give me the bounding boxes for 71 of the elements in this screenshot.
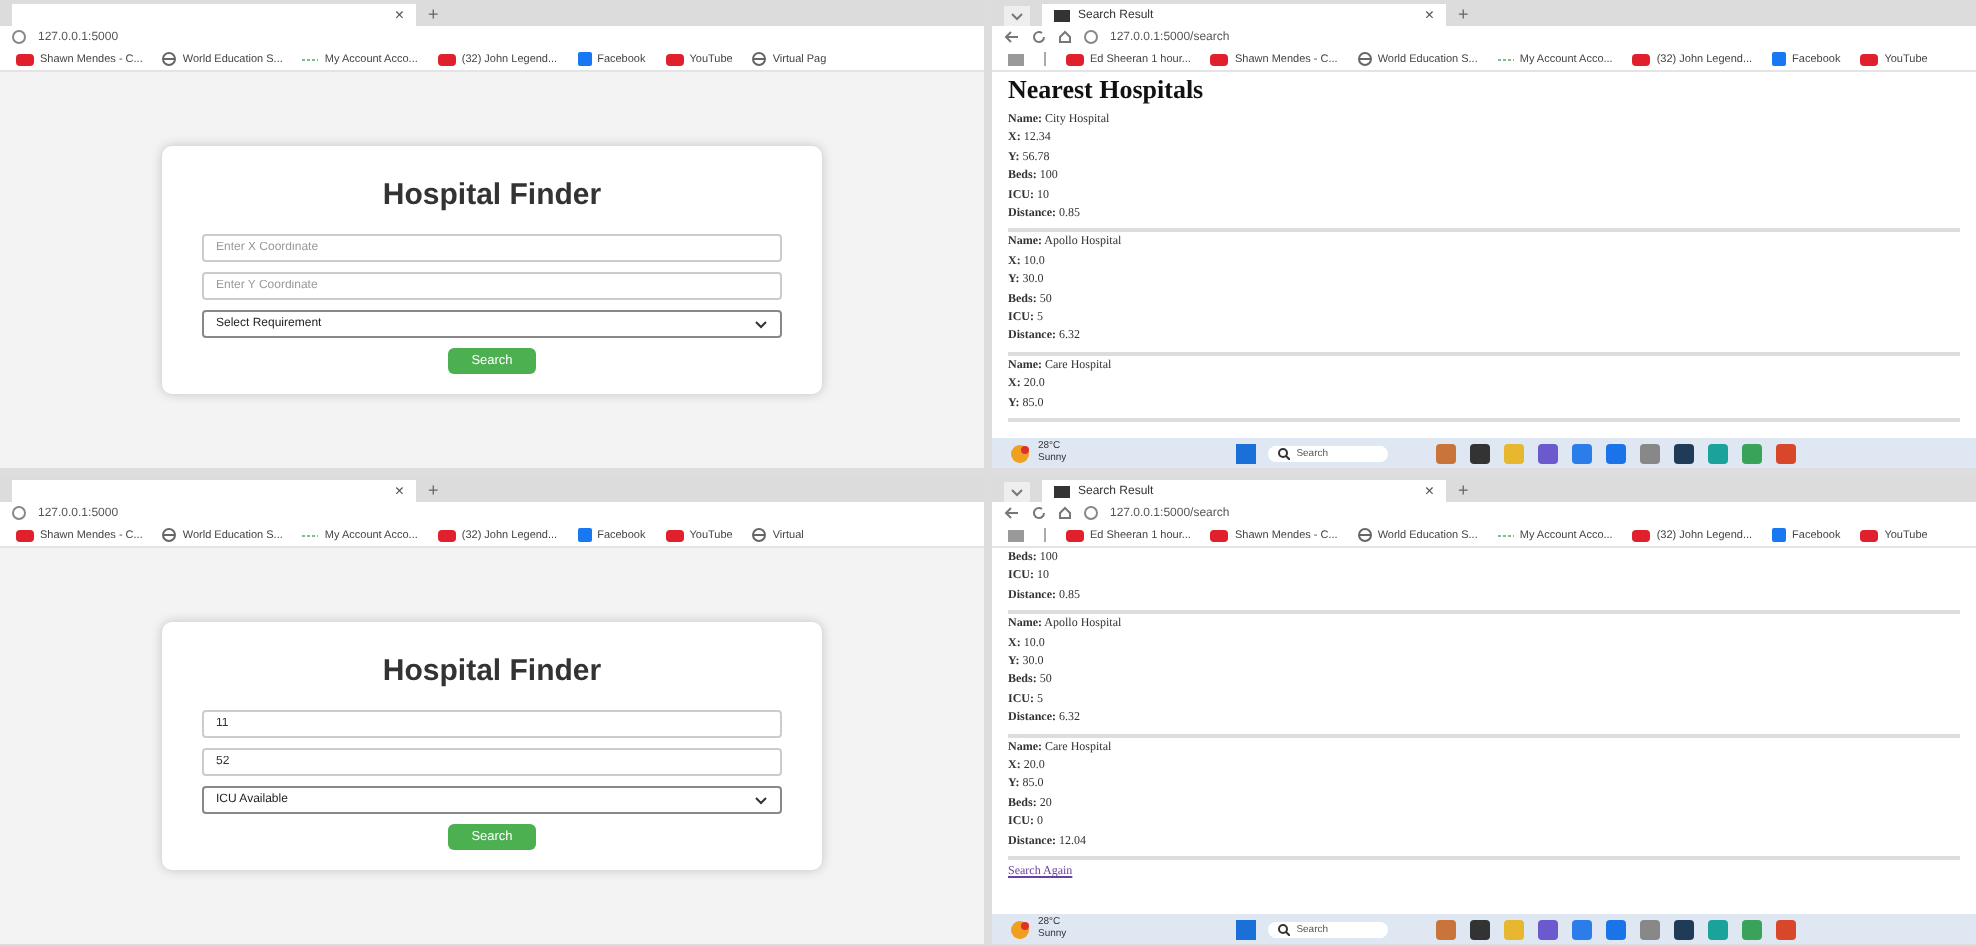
tab-close-button[interactable]: × [394,482,404,500]
back-icon[interactable] [1004,30,1020,44]
new-tab-button[interactable]: + [1458,4,1469,26]
info-icon[interactable] [12,30,26,44]
video-favicon-icon [1066,53,1084,65]
start-icon[interactable] [1236,443,1257,463]
taskbar-app-icon[interactable] [1470,443,1491,463]
video-favicon-icon [437,529,456,541]
video-favicon-icon [1860,529,1879,541]
info-icon[interactable] [1084,30,1098,44]
tab-close-button[interactable]: × [394,6,404,24]
video-favicon-icon [437,53,456,65]
square-favicon-icon [577,52,592,66]
tab-close-button[interactable]: × [1424,6,1434,24]
start-icon[interactable] [1236,919,1257,939]
globe-icon [162,52,177,66]
info-icon[interactable] [12,506,26,520]
taskbar-app-icon[interactable] [1674,919,1695,939]
dashes-icon [302,55,319,63]
tab-list-button[interactable] [1004,6,1030,26]
search-icon [1278,447,1291,459]
info-icon[interactable] [1084,506,1098,520]
reload-icon[interactable] [1032,506,1046,520]
video-favicon-icon [1210,529,1229,541]
apps-grid-icon[interactable] [1008,529,1024,541]
page-heading: Nearest Hospitals [1008,74,1206,106]
square-favicon-icon [1772,528,1787,542]
weather-sun-icon[interactable] [1008,443,1032,463]
browser-tab[interactable]: × [12,4,416,26]
page-icon [1054,9,1070,21]
dashes-icon [1497,531,1514,539]
video-favicon-icon [665,53,684,65]
video-favicon-icon [1860,53,1879,65]
weather-sun-icon[interactable] [1008,919,1032,939]
video-favicon-icon [1632,529,1651,541]
apps-grid-icon[interactable] [1008,53,1024,65]
globe-icon [752,528,767,542]
video-favicon-icon [16,53,34,65]
taskbar-app-icon[interactable] [1674,443,1695,463]
taskbar-app-icon[interactable] [1470,919,1491,939]
new-tab-button[interactable]: + [1458,480,1469,502]
video-favicon-icon [16,529,34,541]
chevron-down-icon [754,795,768,805]
dashes-icon [1497,55,1514,63]
browser-tab[interactable]: × [12,480,416,502]
chevron-down-icon [1010,11,1024,21]
video-favicon-icon [1066,529,1084,541]
globe-icon [1357,52,1372,66]
new-tab-button[interactable]: + [428,480,439,502]
globe-icon [752,52,767,66]
home-icon[interactable] [1058,30,1072,44]
home-icon[interactable] [1058,506,1072,520]
video-favicon-icon [1210,53,1229,65]
square-favicon-icon [1772,52,1787,66]
search-icon [1278,923,1291,935]
tab-close-button[interactable]: × [1424,482,1434,500]
reload-icon[interactable] [1032,30,1046,44]
chevron-down-icon [1010,487,1024,497]
globe-icon [1357,528,1372,542]
page-icon [1054,485,1070,497]
video-favicon-icon [1632,53,1651,65]
square-favicon-icon [577,528,592,542]
back-icon[interactable] [1004,506,1020,520]
new-tab-button[interactable]: + [428,4,439,26]
tab-list-button[interactable] [1004,482,1030,502]
form-title: Hospital Finder [382,654,602,688]
video-favicon-icon [665,529,684,541]
dashes-icon [302,531,319,539]
globe-icon [162,528,177,542]
chevron-down-icon [754,319,768,329]
form-title: Hospital Finder [382,178,602,212]
